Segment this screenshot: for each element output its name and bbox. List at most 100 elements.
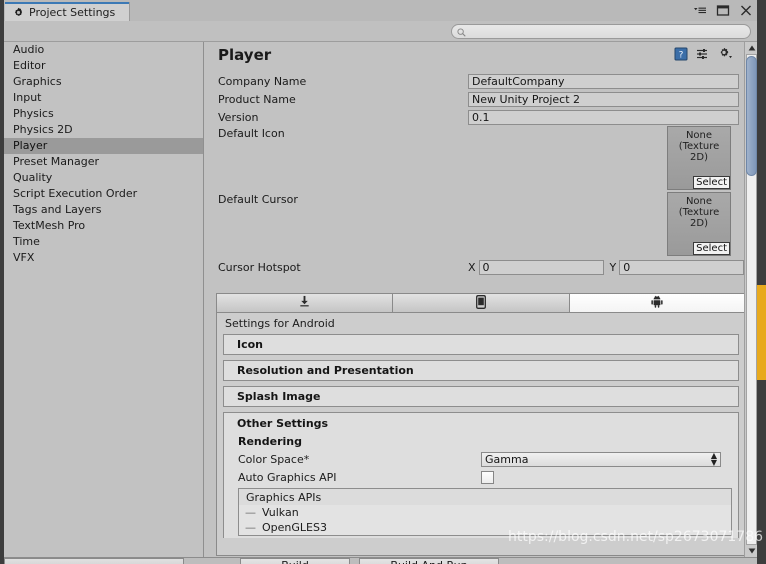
title-bar: Project Settings [4,0,757,21]
maximize-icon[interactable] [716,4,730,17]
preset-icon[interactable] [696,47,710,64]
build-button[interactable]: Build [240,558,350,564]
list-item[interactable]: — OpenGLES3 [239,520,731,535]
mobile-phone-icon [476,294,486,312]
tab-standalone[interactable] [217,294,394,312]
section-other-settings-header[interactable]: Other Settings [224,413,738,434]
graphics-api-label: Vulkan [262,506,299,519]
default-icon-object-field[interactable]: None (Texture 2D) Select [667,126,731,190]
tab-label: Project Settings [29,6,116,19]
list-item[interactable]: — Vulkan [239,505,731,520]
field-default-cursor: Default Cursor None (Texture 2D) Select [205,192,745,258]
search-field[interactable] [451,24,751,39]
bottom-left-field[interactable] [4,558,184,564]
window-menu-icon[interactable] [693,4,707,17]
section-other-settings: Other Settings Rendering Color Space* Ga… [223,412,739,538]
player-settings-panel: Player ? Company Name DefaultCompany Pro… [205,42,745,557]
panel-header-icons: ? [674,47,733,64]
object-value-line-2: (Texture [678,141,720,152]
scroll-down-arrow-icon[interactable] [747,546,756,556]
sidebar-item-graphics[interactable]: Graphics [4,74,203,90]
sidebar-item-quality[interactable]: Quality [4,170,203,186]
bottom-action-bar: Build Build And Run [4,557,757,564]
drag-handle-icon[interactable]: — [245,521,256,534]
product-name-input[interactable] [468,91,739,107]
desktop-background-accent [757,285,766,380]
desktop-background-right [757,0,766,564]
sidebar-item-audio[interactable]: Audio [4,42,203,58]
graphics-apis-list[interactable]: — Vulkan — OpenGLES3 [238,505,732,536]
field-label: Default Cursor [218,193,298,206]
tab-project-settings[interactable]: Project Settings [5,2,130,21]
object-value-line-2: (Texture [678,207,720,218]
sidebar-item-preset-manager[interactable]: Preset Manager [4,154,203,170]
drag-handle-icon[interactable]: — [245,506,256,519]
vertical-scrollbar[interactable] [744,42,757,557]
default-cursor-object-field[interactable]: None (Texture 2D) Select [667,192,731,256]
player-basic-form: Company Name Product Name Version Defaul… [205,72,745,277]
rendering-group-title: Rendering [238,435,302,448]
field-cursor-hotspot: Cursor Hotspot X Y [205,258,745,277]
x-axis-label: X [468,261,476,274]
platform-settings-body: Settings for Android Icon Resolution and… [216,313,745,556]
sidebar-item-input[interactable]: Input [4,90,203,106]
color-space-value: Gamma [485,452,529,466]
field-default-icon: Default Icon None (Texture 2D) Select [205,126,745,192]
field-label: Version [218,110,259,124]
field-label: Product Name [218,92,296,106]
android-robot-icon [651,295,663,311]
section-splash-image[interactable]: Splash Image [223,386,739,407]
object-value-line-1: None [685,196,713,207]
unity-project-settings-window: Project Settings Audio Editor Graphics I… [0,0,766,564]
scrollbar-thumb[interactable] [746,56,757,176]
object-value-line-3: 2D) [690,218,708,229]
y-axis-label: Y [609,261,617,274]
cursor-hotspot-y-input[interactable] [619,260,745,275]
sidebar-item-vfx[interactable]: VFX [4,250,203,266]
field-auto-graphics-api: Auto Graphics API [224,468,738,486]
tab-ios[interactable] [393,294,570,312]
close-icon[interactable] [739,4,753,17]
field-label: Default Icon [218,127,285,140]
scroll-up-arrow-icon[interactable] [747,43,756,53]
field-company-name: Company Name [205,72,745,90]
field-version: Version [205,108,745,126]
platform-settings-area: Settings for Android Icon Resolution and… [216,293,745,557]
search-input[interactable] [470,26,740,37]
download-arrow-icon [298,295,311,311]
settings-for-heading: Settings for Android [225,317,335,330]
settings-category-sidebar[interactable]: Audio Editor Graphics Input Physics Phys… [4,42,204,557]
tab-android[interactable] [569,294,745,312]
select-button[interactable]: Select [693,242,730,255]
select-button[interactable]: Select [693,176,730,189]
section-icon[interactable]: Icon [223,334,739,355]
gear-icon [13,7,24,18]
section-resolution-and-presentation[interactable]: Resolution and Presentation [223,360,739,381]
field-label: Color Space* [238,452,310,466]
sidebar-item-player[interactable]: Player [4,138,203,154]
sidebar-item-physics[interactable]: Physics [4,106,203,122]
sidebar-item-physics-2d[interactable]: Physics 2D [4,122,203,138]
search-bar-row [4,21,757,42]
help-icon[interactable]: ? [674,47,688,64]
cursor-hotspot-x-input[interactable] [478,260,604,275]
sidebar-item-script-execution-order[interactable]: Script Execution Order [4,186,203,202]
color-space-dropdown[interactable]: Gamma ▲ ▼ [481,451,721,467]
sidebar-item-time[interactable]: Time [4,234,203,250]
company-name-input[interactable] [468,73,739,89]
object-value-line-3: 2D) [690,152,708,163]
auto-graphics-api-checkbox[interactable] [481,470,494,484]
sidebar-item-tags-and-layers[interactable]: Tags and Layers [4,202,203,218]
platform-tab-strip [216,293,745,313]
sidebar-item-textmesh-pro[interactable]: TextMesh Pro [4,218,203,234]
field-color-space: Color Space* Gamma ▲ ▼ [224,450,738,468]
build-and-run-button[interactable]: Build And Run [359,558,499,564]
gear-dropdown-icon[interactable] [718,47,733,64]
page-title: Player [218,46,272,64]
sidebar-item-editor[interactable]: Editor [4,58,203,74]
chevron-updown-icon: ▲ ▼ [710,451,717,467]
graphics-api-label: OpenGLES3 [262,521,327,534]
object-value-line-1: None [685,130,713,141]
field-product-name: Product Name [205,90,745,108]
version-input[interactable] [468,109,739,125]
